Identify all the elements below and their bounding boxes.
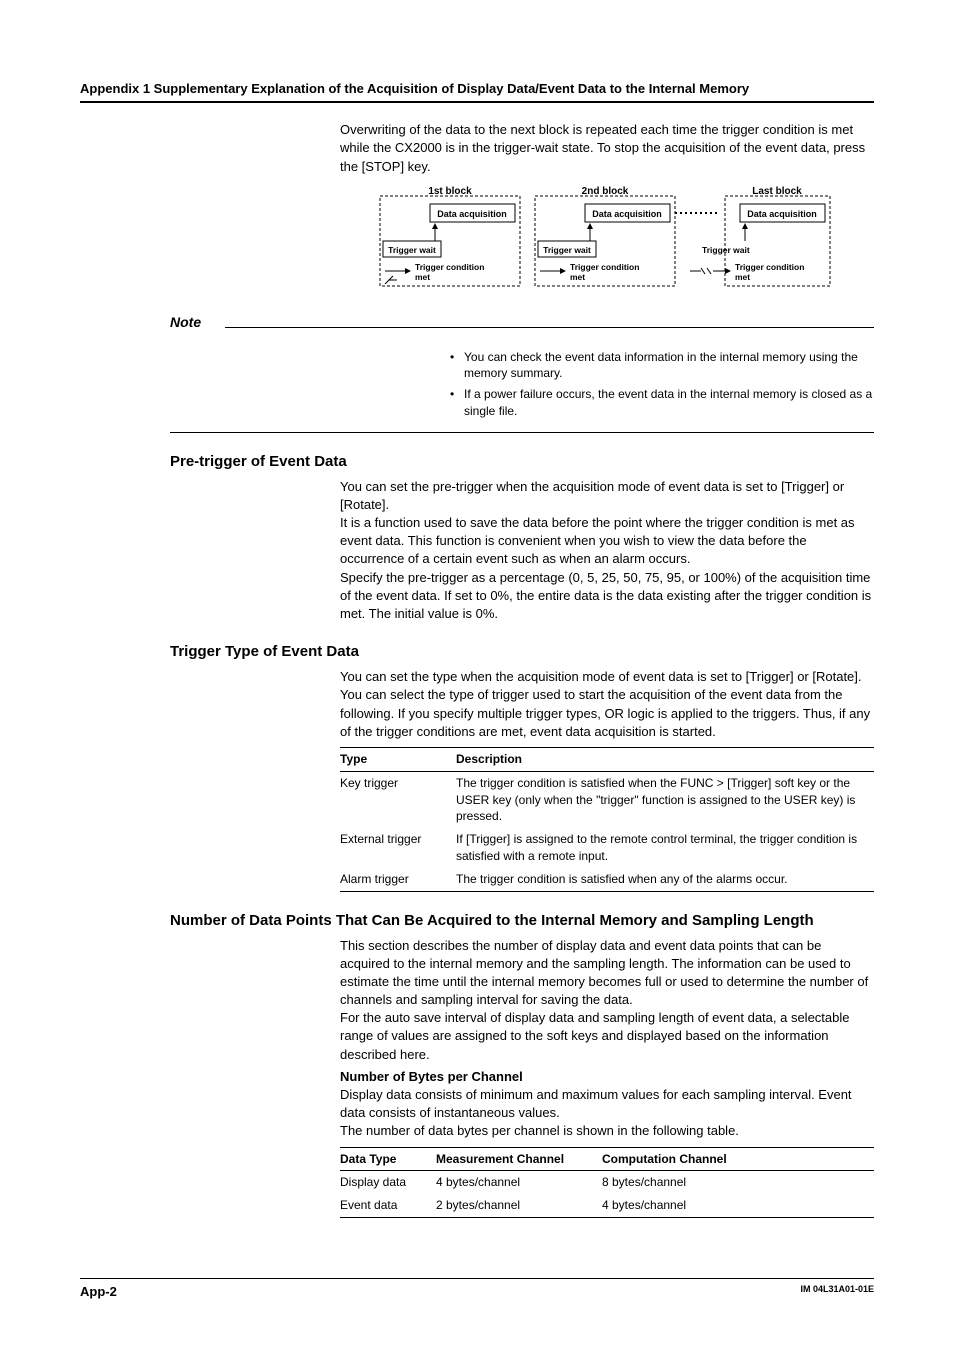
diagram-acq-1: Data acquisition [437, 209, 507, 219]
page-header: Appendix 1 Supplementary Explanation of … [80, 80, 874, 103]
paragraph: For the auto save interval of display da… [340, 1009, 874, 1064]
diagram-wait-3: Trigger wait [702, 245, 750, 255]
paragraph: You can set the type when the acquisitio… [340, 668, 874, 741]
note-item: You can check the event data information… [450, 349, 874, 383]
doc-id: IM 04L31A01-01E [800, 1283, 874, 1301]
diagram-wait-1: Trigger wait [388, 245, 436, 255]
diagram-wait-2: Trigger wait [543, 245, 591, 255]
diagram-block2-label: 2nd block [582, 186, 629, 197]
table-cell: 4 bytes/channel [602, 1194, 874, 1217]
svg-text:Trigger condition: Trigger condition [415, 262, 484, 272]
table-header: Data Type [340, 1147, 436, 1171]
diagram-acq-3: Data acquisition [747, 209, 817, 219]
svg-text:met: met [735, 272, 750, 282]
note-rule-top [225, 327, 874, 328]
table-cell: 4 bytes/channel [436, 1171, 602, 1194]
note-item: If a power failure occurs, the event dat… [450, 386, 874, 420]
svg-text:Trigger condition: Trigger condition [570, 262, 639, 272]
paragraph: It is a function used to save the data b… [340, 514, 874, 569]
section-pretrigger-heading: Pre-trigger of Event Data [170, 451, 874, 472]
diagram-block1-label: 1st block [428, 186, 472, 197]
table-cell: Display data [340, 1171, 436, 1194]
block-diagram: 1st block 2nd block Last block Data acqu… [375, 186, 874, 301]
paragraph: Display data consists of minimum and max… [340, 1086, 874, 1122]
table-cell: The trigger condition is satisfied when … [456, 771, 874, 828]
section-triggertype-body: You can set the type when the acquisitio… [340, 668, 874, 891]
paragraph: Specify the pre-trigger as a percentage … [340, 569, 874, 624]
table-row: Event data 2 bytes/channel 4 bytes/chann… [340, 1194, 874, 1217]
table-row: Display data 4 bytes/channel 8 bytes/cha… [340, 1171, 874, 1194]
table-cell: Alarm trigger [340, 868, 456, 891]
table-cell: External trigger [340, 828, 456, 868]
table-header: Type [340, 747, 456, 771]
table-row: Alarm trigger The trigger condition is s… [340, 868, 874, 891]
table-cell: Event data [340, 1194, 436, 1217]
note-label: Note [170, 313, 225, 333]
table-row: Key trigger The trigger condition is sat… [340, 771, 874, 828]
diagram-acq-2: Data acquisition [592, 209, 662, 219]
table-header: Measurement Channel [436, 1147, 602, 1171]
table-cell: 8 bytes/channel [602, 1171, 874, 1194]
sub-heading: Number of Bytes per Channel [340, 1068, 874, 1086]
intro-paragraph: Overwriting of the data to the next bloc… [340, 121, 874, 176]
table-cell: If [Trigger] is assigned to the remote c… [456, 828, 874, 868]
page-number: App-2 [80, 1283, 117, 1301]
page-footer: App-2 IM 04L31A01-01E [80, 1278, 874, 1301]
table-row: External trigger If [Trigger] is assigne… [340, 828, 874, 868]
note-list: You can check the event data information… [450, 349, 874, 420]
table-header: Description [456, 747, 874, 771]
bytes-table: Data Type Measurement Channel Computatio… [340, 1147, 874, 1218]
table-cell: Key trigger [340, 771, 456, 828]
table-cell: 2 bytes/channel [436, 1194, 602, 1217]
paragraph: You can set the pre-trigger when the acq… [340, 478, 874, 514]
svg-text:met: met [415, 272, 430, 282]
diagram-blocklast-label: Last block [752, 186, 802, 197]
paragraph: The number of data bytes per channel is … [340, 1122, 874, 1140]
section-datapoints-body: This section describes the number of dis… [340, 937, 874, 1218]
svg-text:met: met [570, 272, 585, 282]
section-pretrigger-body: You can set the pre-trigger when the acq… [340, 478, 874, 624]
table-cell: The trigger condition is satisfied when … [456, 868, 874, 891]
svg-text:Trigger condition: Trigger condition [735, 262, 804, 272]
table-header: Computation Channel [602, 1147, 874, 1171]
note-rule-bottom [170, 432, 874, 433]
section-triggertype-heading: Trigger Type of Event Data [170, 641, 874, 662]
section-datapoints-heading: Number of Data Points That Can Be Acquir… [170, 910, 874, 931]
paragraph: This section describes the number of dis… [340, 937, 874, 1010]
trigger-type-table: Type Description Key trigger The trigger… [340, 747, 874, 892]
